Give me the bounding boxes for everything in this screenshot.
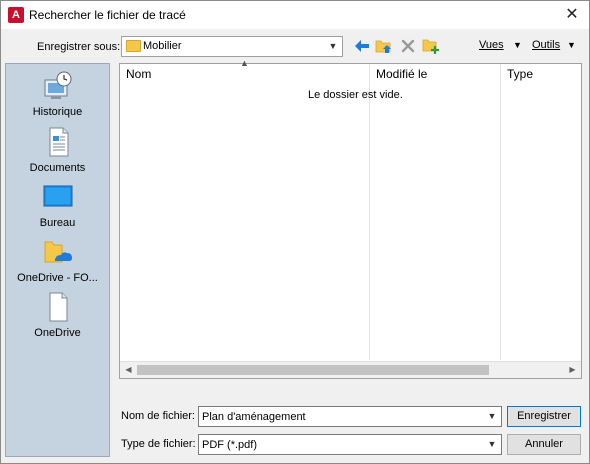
tools-chevron-icon[interactable]: ▼ xyxy=(567,40,576,50)
scroll-thumb[interactable] xyxy=(137,365,489,375)
place-label: Historique xyxy=(32,106,83,118)
back-button[interactable] xyxy=(352,36,372,56)
title-bar: A Rechercher le fichier de tracé ✕ xyxy=(1,1,589,29)
folder-dropdown[interactable]: Mobilier ▼ xyxy=(121,36,343,57)
column-divider xyxy=(369,64,370,360)
documents-icon xyxy=(49,127,68,157)
column-label: Type xyxy=(507,67,534,81)
column-header-modified[interactable]: Modifié le xyxy=(370,64,501,84)
column-header-type[interactable]: Type xyxy=(501,64,581,84)
back-arrow-icon xyxy=(355,40,369,52)
tools-label: Outils xyxy=(532,39,561,51)
filename-label: Nom de fichier: xyxy=(121,410,195,422)
onedrive-folder-icon xyxy=(44,241,72,263)
save-button[interactable]: Enregistrer xyxy=(507,406,581,427)
place-onedrive[interactable]: OneDrive xyxy=(6,291,109,339)
window-title: Rechercher le fichier de tracé xyxy=(29,8,186,22)
views-menu[interactable]: Vues xyxy=(479,39,504,51)
filetype-value: PDF (*.pdf) xyxy=(202,439,258,451)
tools-menu[interactable]: Outils xyxy=(532,39,560,51)
chevron-down-icon: ▼ xyxy=(328,41,338,51)
views-chevron-icon[interactable]: ▼ xyxy=(513,40,522,50)
history-icon xyxy=(44,71,71,99)
file-list[interactable]: ▲ Nom Modifié le Type Le dossier est vid… xyxy=(119,58,582,379)
filetype-dropdown[interactable]: PDF (*.pdf) ▼ xyxy=(198,434,502,455)
folder-up-icon xyxy=(375,40,391,53)
chevron-down-icon: ▼ xyxy=(487,439,497,449)
place-label: OneDrive xyxy=(34,327,81,339)
place-history[interactable]: Historique xyxy=(6,70,109,118)
place-label: OneDrive - FO... xyxy=(17,272,98,284)
horizontal-scrollbar[interactable]: ◀ ▶ xyxy=(120,361,581,378)
delete-x-icon xyxy=(401,39,415,53)
place-onedrive-folder[interactable]: OneDrive - FO... xyxy=(6,236,109,284)
column-label: Modifié le xyxy=(376,67,428,81)
delete-button[interactable] xyxy=(398,36,418,56)
column-divider xyxy=(500,64,501,360)
scroll-left-icon[interactable]: ◀ xyxy=(120,362,137,378)
save-dialog: A Rechercher le fichier de tracé ✕ Enreg… xyxy=(0,0,590,464)
new-folder-button[interactable] xyxy=(421,36,441,56)
onedrive-file-icon xyxy=(49,292,67,322)
up-folder-button[interactable] xyxy=(374,36,394,56)
filename-field[interactable]: ▼ xyxy=(198,406,502,427)
save-in-label: Enregistrer sous: xyxy=(37,41,121,53)
views-label: Vues xyxy=(479,39,504,51)
place-desktop[interactable]: Bureau xyxy=(6,181,109,229)
place-label: Bureau xyxy=(39,217,76,229)
filename-input[interactable] xyxy=(199,407,483,426)
filetype-label: Type de fichier: xyxy=(121,438,196,450)
cancel-button[interactable]: Annuler xyxy=(507,434,581,455)
autocad-app-icon: A xyxy=(8,7,24,23)
folder-icon xyxy=(126,40,141,52)
current-folder: Mobilier xyxy=(143,40,182,52)
column-header-name[interactable]: Nom xyxy=(120,64,370,84)
scroll-right-icon[interactable]: ▶ xyxy=(564,362,581,378)
empty-folder-message: Le dossier est vide. xyxy=(308,89,403,101)
new-folder-icon xyxy=(422,39,439,54)
place-documents[interactable]: Documents xyxy=(6,126,109,174)
column-label: Nom xyxy=(126,67,152,81)
places-bar: Historique Documents Bureau OneDrive - F… xyxy=(5,63,110,457)
place-label: Documents xyxy=(29,162,86,174)
desktop-icon xyxy=(43,185,72,207)
close-button[interactable]: ✕ xyxy=(561,4,583,26)
chevron-down-icon[interactable]: ▼ xyxy=(485,409,499,424)
